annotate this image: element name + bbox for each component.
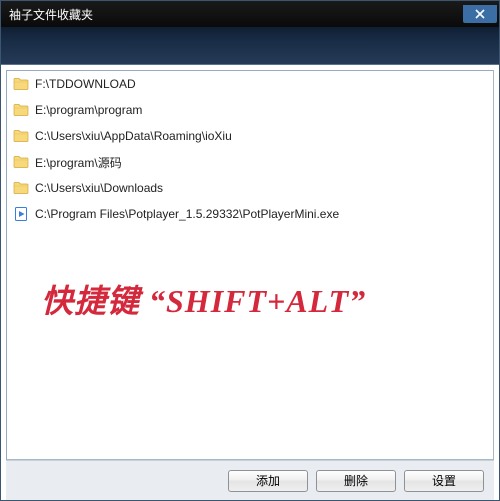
item-path: C:\Users\xiu\Downloads bbox=[35, 181, 163, 195]
folder-icon bbox=[13, 154, 29, 170]
titlebar: 袖子文件收藏夹 bbox=[1, 1, 499, 27]
item-path: E:\program\源码 bbox=[35, 154, 122, 171]
folder-icon bbox=[13, 76, 29, 92]
list-item[interactable]: E:\program\program bbox=[7, 97, 493, 123]
list-item[interactable]: C:\Program Files\Potplayer_1.5.29332\Pot… bbox=[7, 201, 493, 227]
folder-icon bbox=[13, 102, 29, 118]
close-icon bbox=[475, 9, 485, 19]
header-banner bbox=[1, 27, 499, 65]
content-area: F:\TDDOWNLOAD E:\program\program C:\User… bbox=[1, 65, 499, 500]
settings-button[interactable]: 设置 bbox=[404, 470, 484, 492]
folder-icon bbox=[13, 180, 29, 196]
item-path: F:\TDDOWNLOAD bbox=[35, 77, 136, 91]
close-button[interactable] bbox=[463, 5, 497, 23]
list-item[interactable]: C:\Users\xiu\Downloads bbox=[7, 175, 493, 201]
delete-button[interactable]: 删除 bbox=[316, 470, 396, 492]
play-file-icon bbox=[13, 206, 29, 222]
list-item[interactable]: C:\Users\xiu\AppData\Roaming\ioXiu bbox=[7, 123, 493, 149]
item-path: E:\program\program bbox=[35, 103, 142, 117]
add-button[interactable]: 添加 bbox=[228, 470, 308, 492]
favorites-window: 袖子文件收藏夹 F:\TDDOWNLOAD E:\program bbox=[0, 0, 500, 501]
list-item[interactable]: E:\program\源码 bbox=[7, 149, 493, 175]
item-path: C:\Users\xiu\AppData\Roaming\ioXiu bbox=[35, 129, 232, 143]
button-bar: 添加 删除 设置 bbox=[6, 460, 494, 500]
list-item[interactable]: F:\TDDOWNLOAD bbox=[7, 71, 493, 97]
window-title: 袖子文件收藏夹 bbox=[9, 6, 463, 23]
favorites-list[interactable]: F:\TDDOWNLOAD E:\program\program C:\User… bbox=[6, 70, 494, 460]
folder-icon bbox=[13, 128, 29, 144]
item-path: C:\Program Files\Potplayer_1.5.29332\Pot… bbox=[35, 207, 339, 221]
